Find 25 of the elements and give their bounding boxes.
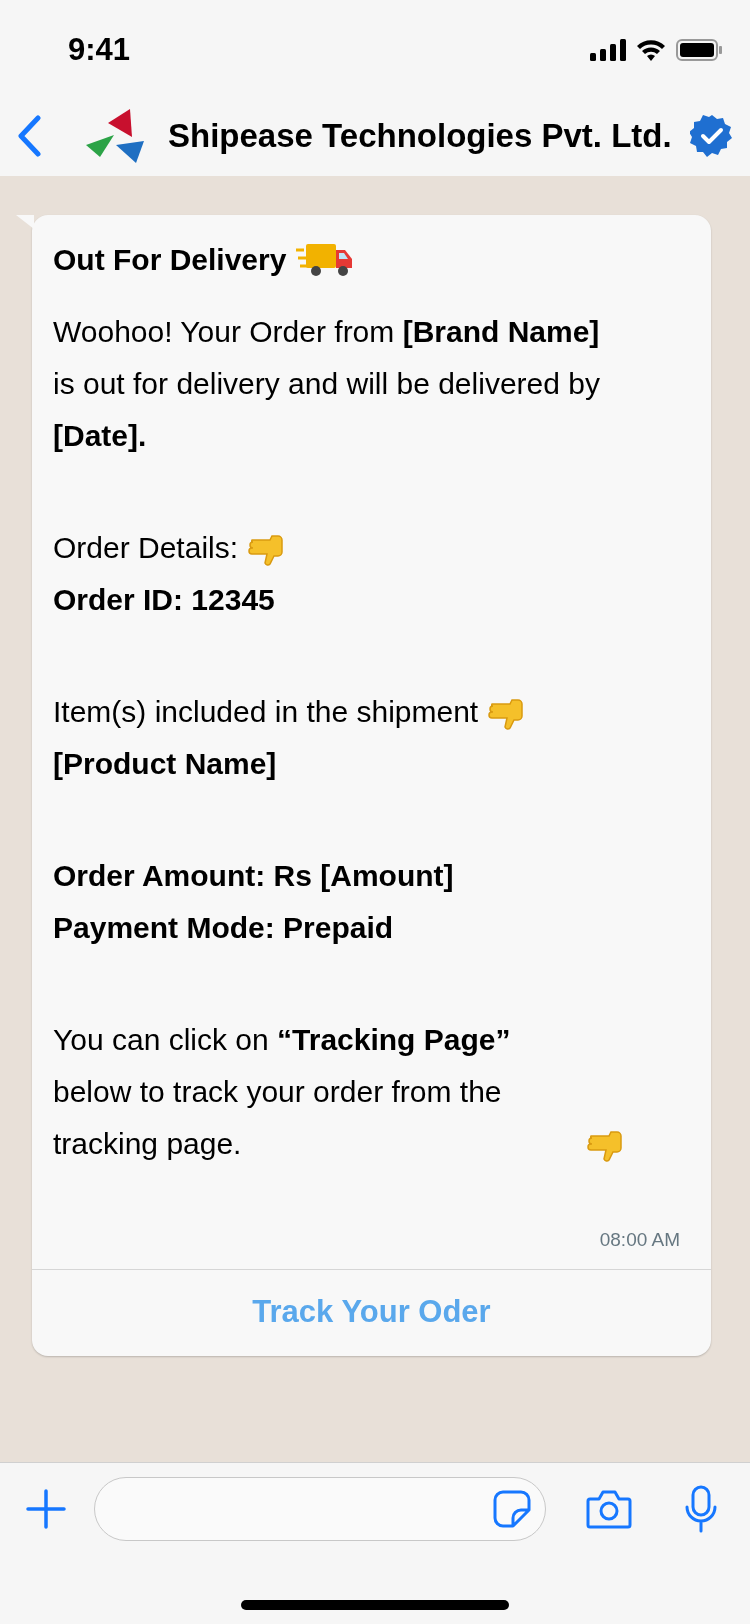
camera-icon[interactable] xyxy=(586,1489,632,1529)
pointing-hand-icon xyxy=(488,696,525,730)
chat-title: Shipease Technologies Pvt. Ltd. xyxy=(168,116,672,157)
message-text: Order Details: xyxy=(53,530,239,566)
message-text: Order Amount: Rs [Amount] xyxy=(53,858,455,894)
battery-icon xyxy=(676,39,722,61)
message-text: Payment Mode: Prepaid xyxy=(53,910,395,946)
wifi-icon xyxy=(636,39,666,61)
message-title: Out For Delivery xyxy=(53,242,287,278)
sticker-icon[interactable] xyxy=(493,1490,531,1528)
signal-icon xyxy=(590,39,626,61)
status-time: 9:41 xyxy=(68,30,131,69)
microphone-icon[interactable] xyxy=(684,1485,718,1533)
message-text: [Product Name] xyxy=(53,746,278,782)
logo-icon xyxy=(86,109,144,163)
message-text: Item(s) included in the shipment xyxy=(53,694,479,730)
message-time: 08:00 AM xyxy=(599,1228,680,1252)
message-text: Order ID: 12345 xyxy=(53,582,276,618)
pointing-hand-icon xyxy=(587,1128,623,1162)
message-text: Woohoo! Your Order from [Brand Name] is out for delivery and will be delivered by [Date]. xyxy=(53,314,601,454)
message-text: You can click on “Tracking Page” below to track your order from the tracking page. xyxy=(53,1022,512,1162)
pointing-hand-icon xyxy=(248,532,285,566)
back-icon[interactable] xyxy=(16,115,42,157)
track-order-button[interactable]: Track Your Oder xyxy=(32,1269,711,1356)
add-icon[interactable] xyxy=(26,1489,66,1529)
